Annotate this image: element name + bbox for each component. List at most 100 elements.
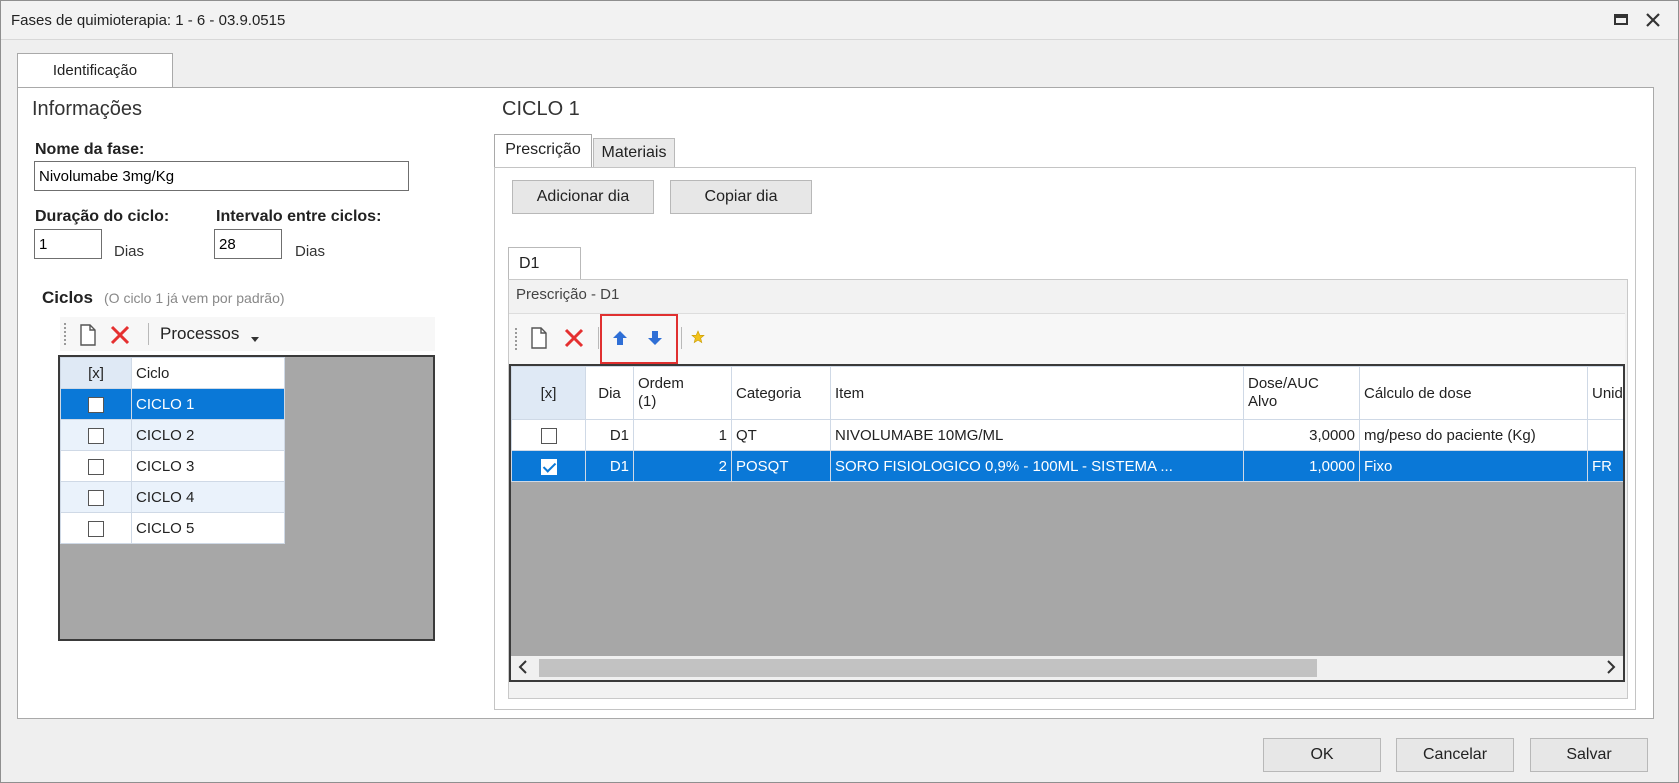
table-row[interactable]: CICLO 5 xyxy=(60,512,285,544)
nome-field[interactable] xyxy=(34,161,409,191)
row-checkbox[interactable] xyxy=(540,458,557,475)
nome-label: Nome da fase: xyxy=(35,141,145,158)
group-title: Prescrição - D1 xyxy=(516,286,620,303)
restore-icon[interactable] xyxy=(1610,9,1632,31)
ciclo-name: CICLO 1 xyxy=(131,388,285,420)
cell-calculo: Fixo xyxy=(1359,450,1588,482)
ciclo-name: CICLO 4 xyxy=(131,481,285,513)
intervalo-unit: Dias xyxy=(295,243,326,260)
title-bar: Fases de quimioterapia: 1 - 6 - 03.9.051… xyxy=(1,1,1678,40)
new-document-icon[interactable] xyxy=(529,327,549,354)
cell-unidade: FR xyxy=(1587,450,1623,482)
dose-line-2: Alvo xyxy=(1248,393,1278,410)
copiar-dia-button[interactable]: Copiar dia xyxy=(670,180,812,214)
column-header-check[interactable]: [x] xyxy=(60,357,132,389)
row-checkbox[interactable] xyxy=(88,489,104,506)
column-header-unidade[interactable]: Unid xyxy=(1587,366,1623,420)
column-header-check[interactable]: [x] xyxy=(511,366,586,420)
ordem-line-2: (1) xyxy=(638,393,657,410)
dose-line-1: Dose/AUC xyxy=(1248,375,1319,392)
close-icon[interactable] xyxy=(1642,9,1664,31)
row-checkbox[interactable] xyxy=(88,396,104,413)
new-document-icon[interactable] xyxy=(78,324,98,351)
column-header-item[interactable]: Item xyxy=(830,366,1244,420)
window-title: Fases de quimioterapia: 1 - 6 - 03.9.051… xyxy=(11,12,286,29)
row-checkbox[interactable] xyxy=(88,427,104,444)
ordem-line-1: Ordem xyxy=(638,375,684,392)
toolbar-grip xyxy=(64,323,68,345)
day-panel: Prescrição - D1 [x] Dia Ordem (1) Catego… xyxy=(508,279,1628,699)
scrollbar-thumb[interactable] xyxy=(539,659,1317,677)
ciclo-title: CICLO 1 xyxy=(502,98,580,120)
tab-prescricao[interactable]: Prescrição xyxy=(494,134,592,168)
cell-categoria: POSQT xyxy=(731,450,831,482)
cell-ordem: 2 xyxy=(633,450,732,482)
toolbar-grip xyxy=(515,328,519,350)
dialog-window: Fases de quimioterapia: 1 - 6 - 03.9.051… xyxy=(0,0,1679,783)
star-icon[interactable] xyxy=(691,330,705,349)
horizontal-scrollbar[interactable] xyxy=(511,656,1623,680)
highlight-box xyxy=(600,314,678,364)
prescricao-table: [x] Dia Ordem (1) Categoria Item Dose/AUC… xyxy=(511,366,1623,482)
row-checkbox[interactable] xyxy=(540,427,557,444)
cell-unidade xyxy=(1587,419,1623,451)
cell-item: NIVOLUMABE 10MG/ML xyxy=(830,419,1244,451)
row-checkbox[interactable] xyxy=(88,520,104,537)
table-row[interactable]: CICLO 4 xyxy=(60,481,285,513)
duracao-unit: Dias xyxy=(114,243,145,260)
table-row[interactable]: CICLO 2 xyxy=(60,419,285,451)
toolbar-separator xyxy=(681,327,682,349)
prescricao-panel: Adicionar dia Copiar dia D1 Prescrição -… xyxy=(494,167,1636,710)
ciclo-name: CICLO 3 xyxy=(131,450,285,482)
prescricao-toolbar xyxy=(509,313,1625,364)
ciclos-hint: (O ciclo 1 já vem por padrão) xyxy=(104,290,285,306)
ciclo-name: CICLO 2 xyxy=(131,419,285,451)
column-header-ordem[interactable]: Ordem (1) xyxy=(633,366,732,420)
ciclo-name: CICLO 5 xyxy=(131,512,285,544)
table-row[interactable]: D1 1 QT NIVOLUMABE 10MG/ML 3,0000 mg/pes… xyxy=(511,419,1623,451)
ok-button[interactable]: OK xyxy=(1263,738,1381,772)
tab-identificacao[interactable]: Identificação xyxy=(17,53,173,88)
tab-materiais[interactable]: Materiais xyxy=(593,138,675,168)
scroll-left-icon[interactable] xyxy=(517,659,529,680)
duracao-label: Duração do ciclo: xyxy=(35,208,170,225)
toolbar-separator xyxy=(598,327,599,349)
processos-menu[interactable]: Processos xyxy=(160,324,239,344)
prescricao-grid: [x] Dia Ordem (1) Categoria Item Dose/AUC… xyxy=(509,364,1625,682)
identificacao-panel: Informações Nome da fase: Duração do cic… xyxy=(17,87,1654,719)
table-row[interactable]: D1 2 POSQT SORO FISIOLOGICO 0,9% - 100ML… xyxy=(511,450,1623,482)
ciclos-toolbar: Processos xyxy=(60,317,435,351)
ciclos-label: Ciclos xyxy=(42,288,94,307)
row-checkbox[interactable] xyxy=(88,458,104,475)
cell-dia: D1 xyxy=(585,450,634,482)
cell-item: SORO FISIOLOGICO 0,9% - 100ML - SISTEMA … xyxy=(830,450,1244,482)
delete-icon[interactable] xyxy=(563,327,585,354)
chevron-down-icon[interactable] xyxy=(250,331,260,349)
ciclos-grid: [x] Ciclo CICLO 1 CICLO 2 CICLO 3 CICLO … xyxy=(58,355,435,641)
duracao-field[interactable] xyxy=(34,229,102,259)
column-header-dia[interactable]: Dia xyxy=(585,366,634,420)
tab-d1[interactable]: D1 xyxy=(508,247,581,280)
column-header-dose[interactable]: Dose/AUC Alvo xyxy=(1243,366,1360,420)
delete-icon[interactable] xyxy=(109,324,131,351)
informacoes-heading: Informações xyxy=(32,98,143,120)
scroll-right-icon[interactable] xyxy=(1605,659,1617,680)
intervalo-field[interactable] xyxy=(214,229,282,259)
adicionar-dia-button[interactable]: Adicionar dia xyxy=(512,180,654,214)
toolbar-separator xyxy=(148,323,149,345)
ciclos-table: [x] Ciclo CICLO 1 CICLO 2 CICLO 3 CICLO … xyxy=(60,357,285,544)
table-row[interactable]: CICLO 1 xyxy=(60,388,285,420)
cell-ordem: 1 xyxy=(633,419,732,451)
cell-dose: 1,0000 xyxy=(1243,450,1360,482)
intervalo-label: Intervalo entre ciclos: xyxy=(216,208,382,225)
salvar-button[interactable]: Salvar xyxy=(1530,738,1648,772)
table-row[interactable]: CICLO 3 xyxy=(60,450,285,482)
cell-calculo: mg/peso do paciente (Kg) xyxy=(1359,419,1588,451)
cell-dia: D1 xyxy=(585,419,634,451)
column-header-ciclo[interactable]: Ciclo xyxy=(131,357,285,389)
cancelar-button[interactable]: Cancelar xyxy=(1396,738,1514,772)
column-header-calculo[interactable]: Cálculo de dose xyxy=(1359,366,1588,420)
cell-dose: 3,0000 xyxy=(1243,419,1360,451)
column-header-categoria[interactable]: Categoria xyxy=(731,366,831,420)
cell-categoria: QT xyxy=(731,419,831,451)
